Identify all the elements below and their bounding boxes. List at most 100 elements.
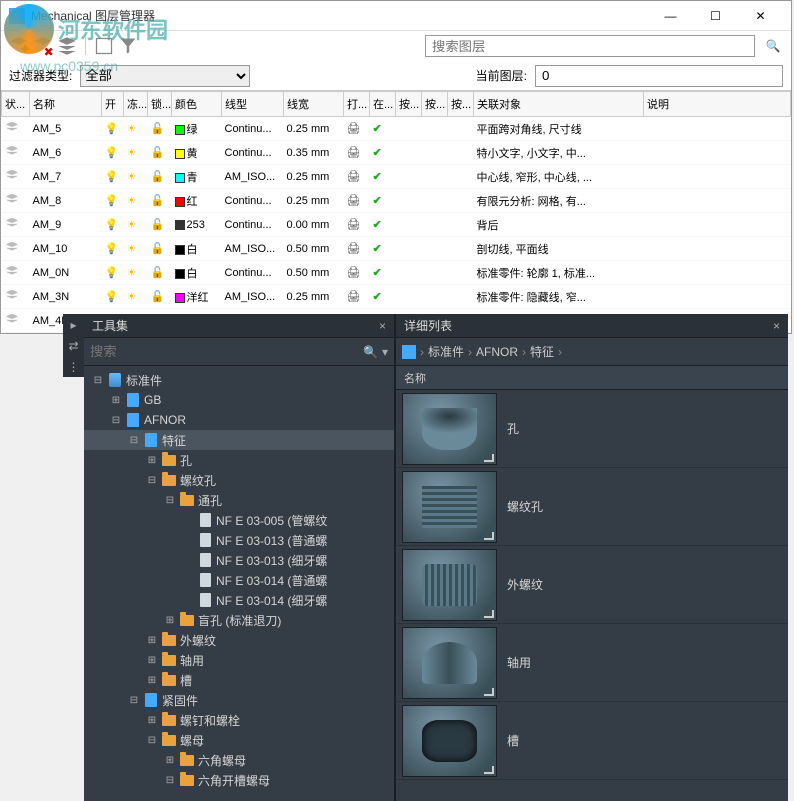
new-layer-icon[interactable] <box>9 36 29 56</box>
bulb-icon[interactable]: 💡 <box>105 123 119 135</box>
filter-type-select[interactable]: 全部 <box>80 65 250 87</box>
check-icon[interactable]: ✔ <box>373 171 382 183</box>
col-lineweight[interactable]: 线宽 <box>284 92 344 117</box>
col-by3[interactable]: 按... <box>448 92 474 117</box>
tree-toggle-icon[interactable]: ⊞ <box>146 655 158 666</box>
tree-item[interactable]: ⊞槽 <box>84 670 394 690</box>
layer-search-input[interactable] <box>425 35 755 57</box>
crumb-2[interactable]: 特征 <box>530 343 554 360</box>
delete-layer-icon[interactable] <box>33 36 53 56</box>
layer-color[interactable]: 绿 <box>172 117 222 141</box>
tree-item[interactable]: ⊟螺纹孔 <box>84 470 394 490</box>
col-print[interactable]: 打... <box>344 92 370 117</box>
col-by1[interactable]: 按... <box>396 92 422 117</box>
print-icon[interactable]: 🖨 <box>347 219 361 231</box>
tree-item[interactable]: ⊞螺钉和螺栓 <box>84 710 394 730</box>
table-row[interactable]: AM_3N💡☀🔓洋红AM_ISO...0.25 mm🖨✔标准零件: 隐藏线, 窄… <box>2 285 791 309</box>
print-icon[interactable]: 🖨 <box>347 267 361 279</box>
col-lock[interactable]: 锁... <box>148 92 172 117</box>
tree-toggle-icon[interactable]: ⊟ <box>92 375 104 386</box>
detail-item[interactable]: 外螺纹 <box>396 546 788 624</box>
sun-icon[interactable]: ☀ <box>127 147 137 159</box>
table-row[interactable]: AM_5💡☀🔓绿Continu...0.25 mm🖨✔平面跨对角线, 尺寸线 <box>2 117 791 141</box>
tree-item[interactable]: NF E 03-014 (普通螺 <box>84 570 394 590</box>
tree-toggle-icon[interactable]: ⊞ <box>110 395 122 406</box>
col-related[interactable]: 关联对象 <box>474 92 644 117</box>
tree-item[interactable]: NF E 03-005 (管螺纹 <box>84 510 394 530</box>
sun-icon[interactable]: ☀ <box>127 219 137 231</box>
lock-icon[interactable]: 🔓 <box>151 123 165 135</box>
tree-item[interactable]: ⊞轴用 <box>84 650 394 670</box>
bulb-icon[interactable]: 💡 <box>105 243 119 255</box>
layer-color[interactable]: 白 <box>172 237 222 261</box>
layer-props-icon[interactable] <box>57 36 77 56</box>
layer-color[interactable]: 洋红 <box>172 285 222 309</box>
tree-toggle-icon[interactable] <box>182 595 194 606</box>
tree-toggle-icon[interactable] <box>182 575 194 586</box>
close-button[interactable]: ✕ <box>738 2 783 30</box>
tree-toggle-icon[interactable]: ⊟ <box>164 495 176 506</box>
tree-item[interactable]: ⊟特征 <box>84 430 394 450</box>
dropdown-icon[interactable]: ▾ <box>382 345 388 359</box>
check-icon[interactable]: ✔ <box>373 291 382 303</box>
col-color[interactable]: 颜色 <box>172 92 222 117</box>
tree-toggle-icon[interactable]: ⊟ <box>146 475 158 486</box>
tree-item[interactable]: ⊞孔 <box>84 450 394 470</box>
lock-icon[interactable]: 🔓 <box>151 195 165 207</box>
table-row[interactable]: AM_6💡☀🔓黄Continu...0.35 mm🖨✔特小文字, 小文字, 中.… <box>2 141 791 165</box>
maximize-button[interactable]: ☐ <box>693 2 738 30</box>
layer-color[interactable]: 红 <box>172 189 222 213</box>
tree-item[interactable]: ⊞六角螺母 <box>84 750 394 770</box>
tree-toggle-icon[interactable] <box>182 555 194 566</box>
col-in[interactable]: 在... <box>370 92 396 117</box>
tree-toggle-icon[interactable]: ⊟ <box>146 735 158 746</box>
tree-toggle-icon[interactable]: ⊟ <box>128 435 140 446</box>
tree-toggle-icon[interactable]: ⊞ <box>146 715 158 726</box>
layer-color[interactable]: 青 <box>172 165 222 189</box>
side-tab-2[interactable]: ⇄ <box>63 335 84 356</box>
lock-icon[interactable]: 🔓 <box>151 219 165 231</box>
lock-icon[interactable]: 🔓 <box>151 267 165 279</box>
tool-search-input[interactable] <box>90 342 359 362</box>
tree-item[interactable]: ⊞外螺纹 <box>84 630 394 650</box>
tree-toggle-icon[interactable]: ⊞ <box>146 675 158 686</box>
check-icon[interactable]: ✔ <box>373 243 382 255</box>
tree-toggle-icon[interactable] <box>182 535 194 546</box>
tree-item[interactable]: ⊟通孔 <box>84 490 394 510</box>
layer-color[interactable]: 黄 <box>172 141 222 165</box>
tree-item[interactable]: ⊟六角开槽螺母 <box>84 770 394 790</box>
detail-item[interactable]: 槽 <box>396 702 788 780</box>
tree-toggle-icon[interactable]: ⊟ <box>164 775 176 786</box>
tree-toggle-icon[interactable]: ⊟ <box>110 415 122 426</box>
layer-color[interactable]: 253 <box>172 213 222 237</box>
col-freeze[interactable]: 冻... <box>124 92 148 117</box>
tree-toggle-icon[interactable]: ⊞ <box>164 615 176 626</box>
check-icon[interactable]: ✔ <box>373 123 382 135</box>
tree-item[interactable]: NF E 03-014 (细牙螺 <box>84 590 394 610</box>
table-row[interactable]: AM_9💡☀🔓253Continu...0.00 mm🖨✔背后 <box>2 213 791 237</box>
tree-item[interactable]: ⊞GB <box>84 390 394 410</box>
tree-toggle-icon[interactable]: ⊞ <box>146 455 158 466</box>
sun-icon[interactable]: ☀ <box>127 195 137 207</box>
col-desc[interactable]: 说明 <box>644 92 791 117</box>
detail-item[interactable]: 轴用 <box>396 624 788 702</box>
sun-icon[interactable]: ☀ <box>127 243 137 255</box>
check-icon[interactable]: ✔ <box>373 147 382 159</box>
print-icon[interactable]: 🖨 <box>347 147 361 159</box>
tree-toggle-icon[interactable]: ⊞ <box>164 755 176 766</box>
detail-item[interactable]: 孔 <box>396 390 788 468</box>
tree-item[interactable]: ⊟标准件 <box>84 370 394 390</box>
current-layer-input[interactable] <box>535 65 783 87</box>
sun-icon[interactable]: ☀ <box>127 123 137 135</box>
bulb-icon[interactable]: 💡 <box>105 171 119 183</box>
sun-icon[interactable]: ☀ <box>127 267 137 279</box>
search-icon[interactable]: 🔍 <box>363 345 378 359</box>
tree-item[interactable]: NF E 03-013 (普通螺 <box>84 530 394 550</box>
print-icon[interactable]: 🖨 <box>347 243 361 255</box>
detail-item[interactable]: 螺纹孔 <box>396 468 788 546</box>
tree-toggle-icon[interactable]: ⊞ <box>146 635 158 646</box>
lock-icon[interactable]: 🔓 <box>151 147 165 159</box>
tool-panel-close-icon[interactable]: × <box>379 319 386 333</box>
minimize-button[interactable]: — <box>648 2 693 30</box>
crumb-0[interactable]: 标准件 <box>428 343 464 360</box>
